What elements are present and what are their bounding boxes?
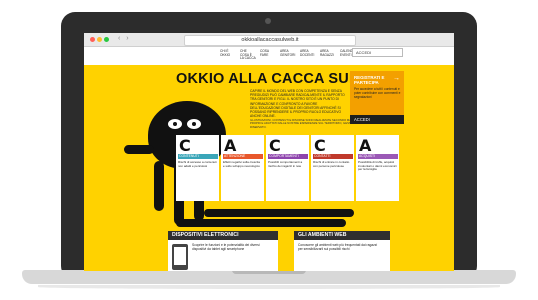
- arrow-right-icon: →: [393, 75, 400, 82]
- panel-ambienti-web[interactable]: GLI AMBIENTI WEB Conoscere gli ambienti …: [294, 231, 390, 271]
- panel-title: DISPOSITIVI ELETTRONICI: [168, 231, 278, 240]
- mascot-tentacle: [124, 145, 154, 154]
- card-letter: C: [314, 136, 326, 155]
- menu-item-area-docenti[interactable]: AREA DOCENTI: [300, 49, 316, 61]
- panel-body: Scoprire le funzioni e le potenzialità d…: [168, 240, 278, 271]
- laptop-screen: ‹ › okkioallacaccasulweb.it CHI È OKKIO …: [84, 33, 454, 271]
- card-tag: ACQUISTI: [358, 154, 398, 159]
- login-button[interactable]: ACCEDI: [350, 115, 404, 124]
- panel-dispositivi[interactable]: DISPOSITIVI ELETTRONICI Scoprire le funz…: [168, 231, 278, 271]
- card-description: Effetti negativi sulla crescita e sullo …: [223, 160, 260, 168]
- register-title: REGISTRATI E PARTECIPA: [354, 75, 385, 85]
- menu-item-area-genitori[interactable]: AREA GENITORI: [280, 49, 296, 61]
- panel-description: Scoprire le funzioni e le potenzialità d…: [192, 243, 260, 251]
- mascot-eye-icon: [187, 119, 201, 129]
- card-contatti[interactable]: C CONTATTI Rischi di entrare in contatto…: [311, 135, 354, 201]
- panel-description: Conoscere gli ambienti web più frequenta…: [298, 243, 378, 251]
- panel-title: GLI AMBIENTI WEB: [294, 231, 390, 240]
- mascot-tentacle: [154, 161, 164, 211]
- card-description: Rischi di entrare in contatto con person…: [313, 160, 350, 168]
- card-letter: C: [269, 136, 281, 155]
- back-forward-icon[interactable]: ‹ ›: [118, 35, 131, 42]
- mascot-tentacle: [176, 219, 346, 227]
- menu-item-area-ragazzi[interactable]: AREA RAGAZZI: [320, 49, 336, 61]
- mascot-eye-icon: [168, 119, 182, 129]
- card-letter: C: [179, 136, 191, 155]
- menu-item-cosa-fare[interactable]: COSA FARE: [260, 49, 276, 61]
- hero-description: CAPIRE IL MONDO DEL WEB CON COMPETENZA E…: [250, 89, 345, 119]
- mascot-tentacle: [204, 209, 354, 217]
- card-description: Rischi di accesso a contenuti non adatti…: [178, 160, 217, 168]
- register-description: Per accedere a tutti i contenuti e poter…: [354, 87, 401, 99]
- register-box[interactable]: REGISTRATI E PARTECIPA → Per accedere a …: [350, 71, 404, 115]
- card-contenuti[interactable]: C CONTENUTI Rischi di accesso a contenut…: [176, 135, 219, 201]
- card-comportamenti[interactable]: C COMPORTAMENTI Possibili comportamenti …: [266, 135, 309, 201]
- laptop-shadow: [38, 285, 500, 289]
- card-acquisti[interactable]: A ACQUISTI Possibilità di truffe, acquis…: [356, 135, 399, 201]
- card-description: Possibilità di truffe, acquisti involont…: [358, 160, 397, 172]
- site-top-nav: CHI È OKKIO CHE COSA È LA CACCA COSA FAR…: [84, 47, 454, 65]
- webcam-icon: [265, 18, 271, 24]
- maximize-window-icon[interactable]: [104, 37, 109, 42]
- panel-body: Conoscere gli ambienti web più frequenta…: [294, 240, 390, 271]
- card-tag: CONTATTI: [313, 154, 353, 159]
- card-tag: ATTENZIONE: [223, 154, 263, 159]
- menu-item-che-cosa-e[interactable]: CHE COSA È LA CACCA: [240, 49, 256, 61]
- card-tag: COMPORTAMENTI: [268, 154, 308, 159]
- card-attenzione[interactable]: A ATTENZIONE Effetti negativi sulla cres…: [221, 135, 264, 201]
- menu-item-chi-e-okkio[interactable]: CHI È OKKIO: [220, 49, 236, 61]
- card-letter: A: [359, 136, 372, 155]
- minimize-window-icon[interactable]: [97, 37, 102, 42]
- close-window-icon[interactable]: [90, 37, 95, 42]
- card-tag: CONTENUTI: [178, 154, 218, 159]
- browser-toolbar: ‹ › okkioallacaccasulweb.it: [84, 33, 454, 47]
- card-description: Possibili comportamenti a rischio dei ra…: [268, 160, 303, 168]
- address-bar[interactable]: okkioallacaccasulweb.it: [184, 35, 356, 46]
- card-letter: A: [224, 136, 237, 155]
- tablet-icon: [172, 244, 188, 270]
- login-field[interactable]: ACCEDI: [352, 48, 403, 57]
